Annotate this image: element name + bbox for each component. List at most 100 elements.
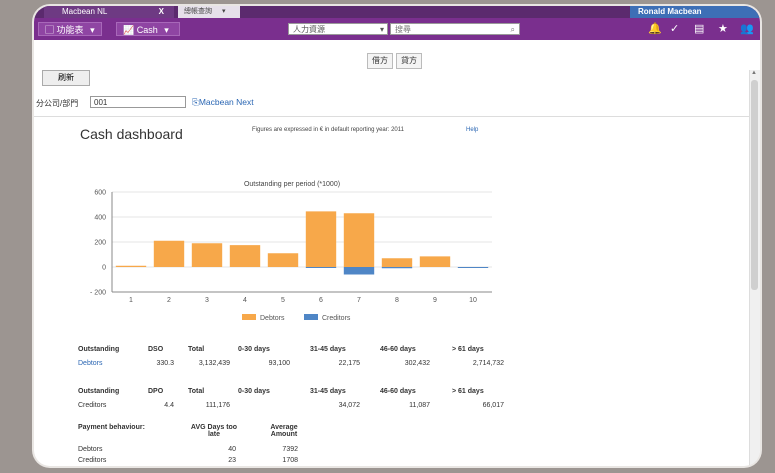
chevron-down-icon: ▾	[164, 25, 169, 35]
reporting-note: Figures are expressed in € in default re…	[252, 127, 404, 133]
tab-second[interactable]: 總帳查詢 ▾	[178, 6, 240, 18]
column-header: Outstanding	[78, 346, 120, 353]
column-header: 46-60 days	[380, 388, 416, 395]
cash-menu-button[interactable]: 📈 Cash ▾	[116, 22, 180, 36]
column-header: Payment behaviour:	[78, 424, 145, 431]
x-tick-label: 2	[167, 297, 171, 304]
column-header: 31-45 days	[310, 346, 346, 353]
table-cell: 4.4	[164, 402, 174, 409]
column-header: Average Amount	[270, 424, 298, 438]
chevron-down-icon[interactable]: ▾	[222, 8, 226, 15]
link-icon: ⎘	[192, 97, 199, 107]
debtors-bar	[381, 258, 413, 267]
credit-button[interactable]: 貸方	[396, 53, 422, 69]
table-cell: 22,175	[338, 360, 360, 367]
table-cell: 3,132,439	[198, 360, 230, 367]
column-header: > 61 days	[452, 388, 484, 395]
x-tick-label: 1	[129, 297, 133, 304]
tab-close-icon[interactable]: X	[159, 6, 164, 18]
x-tick-label: 10	[469, 297, 477, 304]
scroll-up-icon[interactable]: ▲	[751, 70, 757, 76]
y-tick-label: 200	[94, 240, 106, 247]
help-link[interactable]: Help	[466, 127, 478, 133]
column-header: DSO	[148, 346, 164, 353]
star-icon[interactable]: ★	[718, 23, 728, 35]
macbean-next-link[interactable]: ⎘Macbean Next	[192, 97, 282, 108]
column-header: Outstanding	[78, 388, 120, 395]
user-name[interactable]: Ronald Macbean	[630, 6, 760, 18]
function-menu-label: 功能表	[56, 25, 84, 35]
column-header: 0-30 days	[238, 388, 270, 395]
x-tick-label: 3	[205, 297, 209, 304]
macbean-next-label: Macbean Next	[198, 97, 254, 107]
column-header: 31-45 days	[310, 388, 346, 395]
row-label: Debtors	[78, 446, 103, 453]
page-title: Cash dashboard	[80, 126, 183, 142]
x-tick-label: 7	[357, 297, 361, 304]
search-input[interactable]: 搜尋 ⌕	[390, 23, 520, 35]
search-icon[interactable]: ⌕	[511, 24, 515, 36]
column-header: 46-60 days	[380, 346, 416, 353]
table-cell: 66,017	[482, 402, 504, 409]
table-cell: 11,087	[409, 402, 430, 409]
table-cell: 330.3	[156, 360, 174, 367]
chart-title: Outstanding per period (*1000)	[244, 181, 340, 188]
x-tick-label: 6	[319, 297, 323, 304]
y-tick-label: 0	[102, 265, 106, 272]
chart-icon: 📈	[123, 25, 135, 35]
main-toolbar: ▢ 功能表 ▾ 📈 Cash ▾ 人力資源 ▾ 搜尋 ⌕ 🔔 ✓ ▤ ★ 👥	[34, 18, 760, 40]
column-header: Total	[188, 346, 205, 353]
debtors-bar	[191, 243, 223, 267]
column-header: 0-30 days	[238, 346, 270, 353]
scroll-thumb[interactable]	[751, 80, 758, 290]
table-cell: 111,176	[205, 402, 230, 409]
bell-icon[interactable]: 🔔	[648, 23, 662, 35]
row-label: Creditors	[78, 457, 107, 464]
debtors-bar	[419, 256, 451, 267]
document-icon[interactable]: ▤	[694, 23, 704, 35]
scrollbar[interactable]: ▲	[749, 70, 760, 466]
column-header: AVG Days too late	[190, 424, 238, 438]
legend-label-debtors: Debtors	[260, 315, 285, 322]
x-tick-label: 5	[281, 297, 285, 304]
check-icon[interactable]: ✓	[670, 23, 679, 35]
debtors-bar	[343, 213, 375, 267]
debtors-bar	[229, 245, 261, 267]
title-bar: Macbean NL X 總帳查詢 ▾ Ronald Macbean	[34, 6, 760, 18]
y-tick-label: - 200	[90, 290, 106, 297]
debit-credit-group: 借方 貸方	[367, 50, 425, 69]
creditors-bar	[305, 267, 337, 268]
debtors-bar	[305, 211, 337, 267]
outstanding-chart: Outstanding per period (*1000) 600 400 200 0…	[90, 181, 492, 322]
tab-second-label: 總帳查詢	[184, 8, 212, 15]
refresh-button[interactable]: 刷新	[42, 70, 90, 86]
column-header: Total	[188, 388, 205, 395]
debit-button[interactable]: 借方	[367, 53, 393, 69]
menu-icon: ▢	[45, 25, 55, 35]
creditors-bar	[457, 267, 489, 268]
branch-input[interactable]: 001	[90, 96, 186, 108]
users-icon[interactable]: 👥	[740, 23, 754, 35]
chevron-down-icon: ▾	[90, 25, 95, 35]
tab-macbean-nl[interactable]: Macbean NL X	[44, 6, 174, 18]
debtors-bar	[153, 240, 185, 267]
module-select[interactable]: 人力資源 ▾	[288, 23, 388, 35]
creditors-bar	[381, 267, 413, 269]
legend-swatch-creditors	[304, 314, 318, 320]
debtors-bar	[267, 253, 299, 267]
x-tick-label: 9	[433, 297, 437, 304]
creditors-bar	[343, 267, 375, 275]
table-cell: 93,100	[268, 360, 290, 367]
column-header: DPO	[148, 388, 164, 395]
legend-label-creditors: Creditors	[322, 315, 351, 322]
y-tick-label: 600	[94, 190, 106, 197]
search-placeholder: 搜尋	[395, 25, 411, 34]
x-tick-label: 8	[395, 297, 399, 304]
x-tick-label: 4	[243, 297, 247, 304]
function-menu-button[interactable]: ▢ 功能表 ▾	[38, 22, 102, 36]
divider	[34, 116, 750, 117]
row-label[interactable]: Debtors	[78, 360, 103, 367]
y-tick-label: 400	[94, 215, 106, 222]
table-cell: 1708	[282, 457, 298, 464]
row-label: Creditors	[78, 402, 107, 409]
